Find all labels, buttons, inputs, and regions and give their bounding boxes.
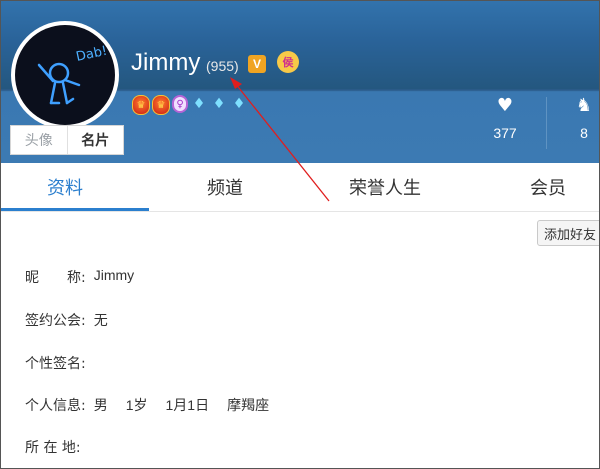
tab-profile[interactable]: 资料 <box>47 163 83 211</box>
info-row-personal: 个人信息: 男 1岁 1月1日 摩羯座 <box>25 395 269 415</box>
user-level: (955) <box>206 58 239 74</box>
zodiac-value: 摩羯座 <box>227 397 270 413</box>
guild-label: 签约公会: <box>25 313 86 329</box>
diamond-badge-icon[interactable]: ♦ <box>190 95 208 113</box>
honor-count: 8 <box>580 125 588 141</box>
tab-channel[interactable]: 频道 <box>207 163 243 211</box>
profile-header: Dab! 头像 名片 Jimmy (955) V 侯 ♛ ♛ ♀ ♦ ♦ ♦ ♥… <box>1 1 599 163</box>
avatar[interactable]: Dab! <box>11 21 119 129</box>
signature-label: 个性签名: <box>25 356 86 372</box>
avatar-tabs: 头像 名片 <box>10 125 124 155</box>
female-badge-icon[interactable]: ♀ <box>172 95 188 113</box>
badge-list: ♛ ♛ ♀ ♦ ♦ ♦ <box>132 95 248 115</box>
personal-value: 男 1岁 1月1日 摩羯座 <box>94 395 269 415</box>
add-friend-button[interactable]: 添加好友 <box>537 220 599 246</box>
birthday-value: 1月1日 <box>165 397 210 413</box>
info-row-location: 所 在 地: <box>25 437 89 457</box>
dab-figure-icon: Dab! <box>37 44 109 105</box>
avatar-caption: Dab! <box>75 44 109 65</box>
tab-honor[interactable]: 荣誉人生 <box>349 163 421 211</box>
avatar-tab-card[interactable]: 名片 <box>66 126 124 154</box>
location-label: 所 在 地: <box>25 440 81 456</box>
tab-member[interactable]: 会员 <box>530 163 566 211</box>
gender-value: 男 <box>93 397 108 413</box>
info-row-signature: 个性签名: <box>25 353 94 373</box>
honor-stat[interactable]: ♞ 8 <box>569 95 599 142</box>
ribbon-icon: ♞ <box>575 95 593 116</box>
profile-tabs: 资料 频道 荣誉人生 会员 <box>1 163 599 212</box>
crown-badge-icon[interactable]: ♛ <box>152 95 170 115</box>
info-row-nickname: 昵 称: Jimmy <box>25 267 134 287</box>
likes-stat[interactable]: ♥ 377 <box>485 95 525 142</box>
noble-badge-icon[interactable]: 侯 <box>277 51 299 73</box>
info-row-guild: 签约公会: 无 <box>25 310 108 330</box>
username: Jimmy <box>131 49 201 76</box>
active-tab-indicator <box>1 208 149 211</box>
crown-badge-icon[interactable]: ♛ <box>132 95 150 115</box>
nickname-label: 昵 称: <box>25 270 86 286</box>
stat-divider <box>546 97 547 149</box>
guild-value: 无 <box>93 312 108 328</box>
avatar-image: Dab! <box>15 25 115 125</box>
nickname-value: Jimmy <box>93 267 135 283</box>
diamond-badge-icon[interactable]: ♦ <box>210 95 228 113</box>
profile-window: Dab! 头像 名片 Jimmy (955) V 侯 ♛ ♛ ♀ ♦ ♦ ♦ ♥… <box>0 0 600 469</box>
diamond-badge-icon[interactable]: ♦ <box>230 95 248 113</box>
personal-label: 个人信息: <box>25 398 86 414</box>
age-value: 1岁 <box>125 397 148 413</box>
avatar-tab-photo[interactable]: 头像 <box>11 126 67 154</box>
heart-icon: ♥ <box>496 95 514 116</box>
v-badge-icon[interactable]: V <box>248 55 266 73</box>
likes-count: 377 <box>493 125 517 141</box>
profile-content <box>1 212 599 468</box>
